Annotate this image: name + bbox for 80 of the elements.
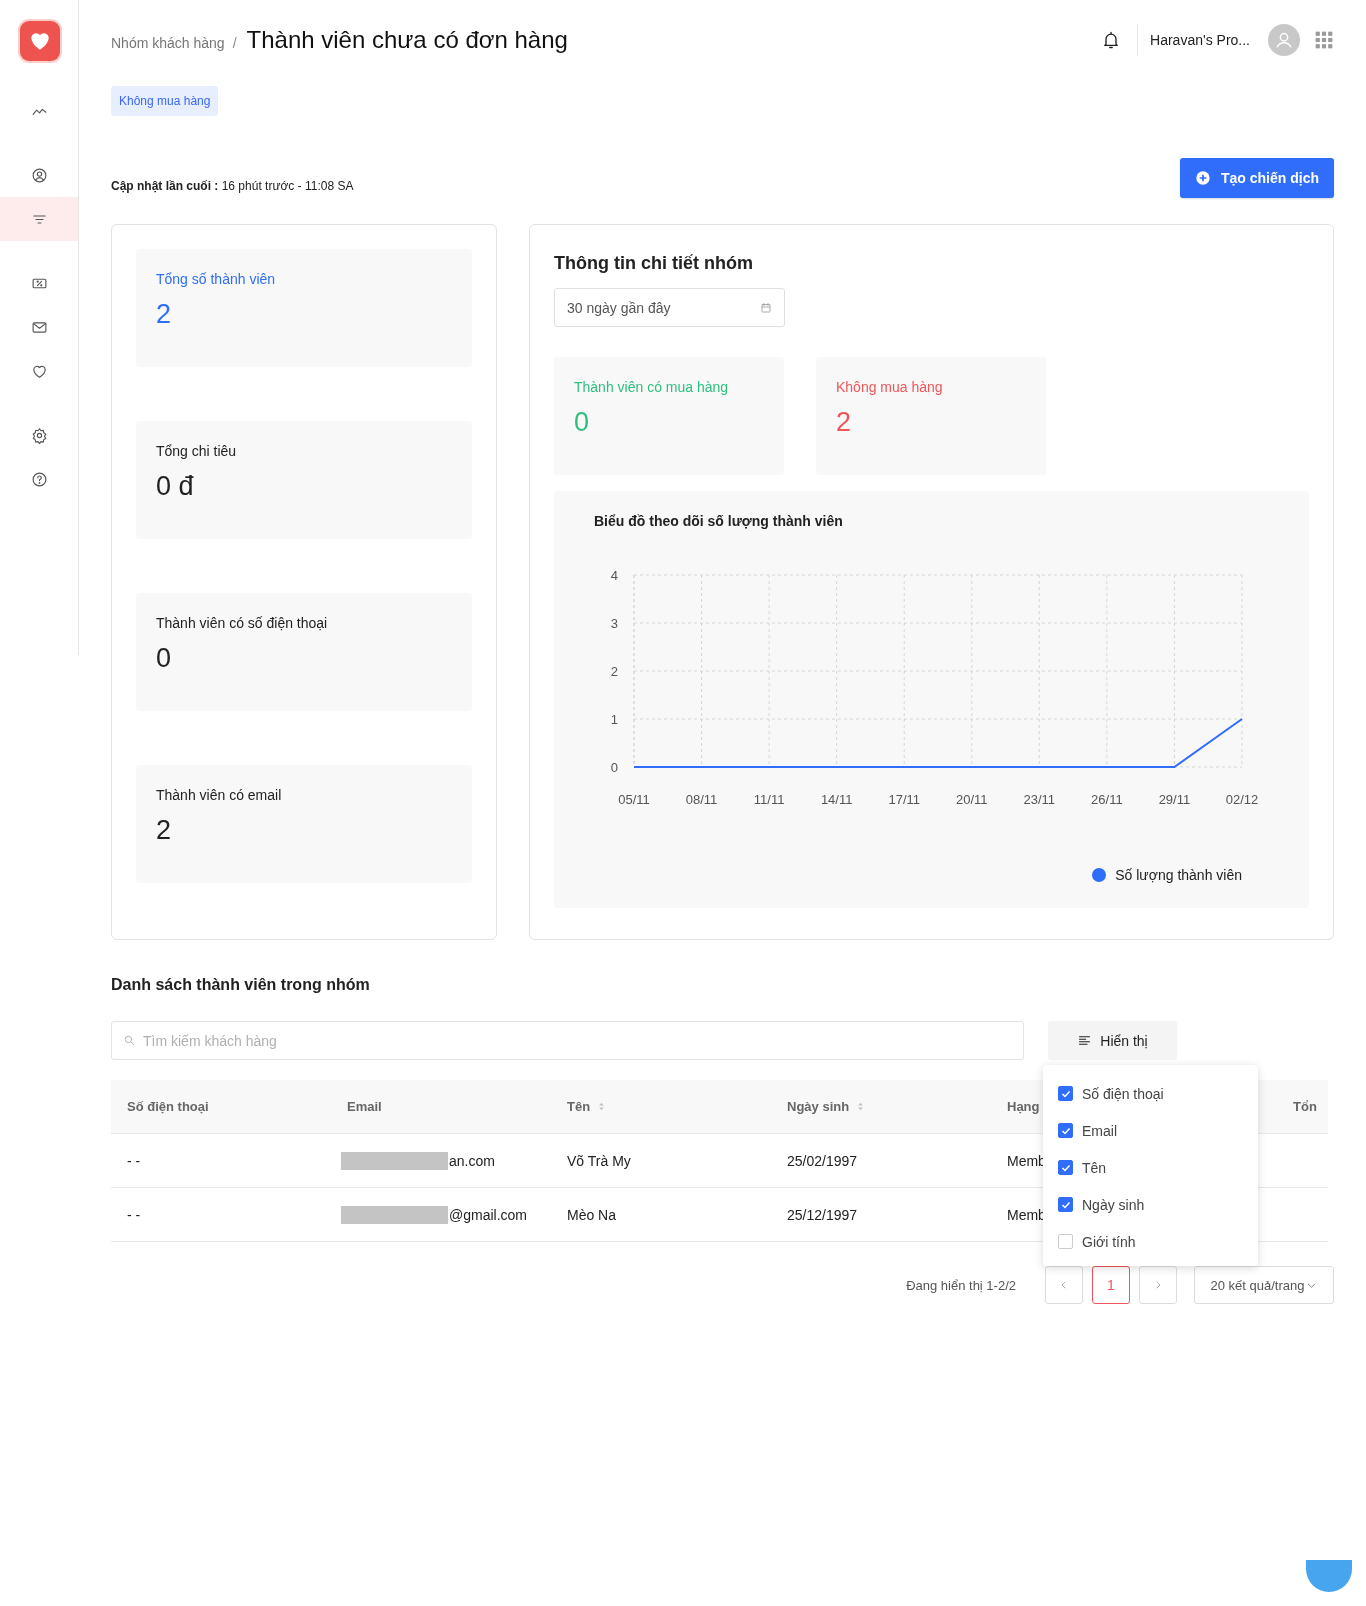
checkbox[interactable] [1058,1234,1073,1249]
axis-label: 29/11 [1158,792,1191,807]
stat-label: Tổng chi tiêu [156,443,238,459]
settings-icon [30,426,48,444]
chat-bubble-icon[interactable] [1306,1560,1352,1592]
menu-item[interactable]: Giới tính [1043,1223,1258,1260]
pagination-summary: Đang hiển thị 1-2/2 [906,1277,1016,1293]
help-icon [30,470,48,488]
axis-label: 05/11 [618,792,650,807]
section-title: Thông tin chi tiết nhóm [554,253,754,274]
stat-label: Thành viên có mua hàng [574,379,730,395]
calendar-icon [760,301,772,314]
axis-label: 11/11 [753,792,785,807]
axis-label: 20/11 [956,792,988,807]
column-header: Email [347,1099,382,1114]
table-cell: @gmail.com [449,1206,527,1223]
checkbox[interactable] [1058,1197,1073,1212]
axis-label: 4 [610,568,618,583]
create-campaign-button[interactable]: Tạo chiến dịch [1180,158,1334,198]
user-circle-icon [30,166,48,184]
next-page-button[interactable] [1139,1266,1177,1304]
menu-item[interactable]: Tên [1043,1149,1258,1186]
checkbox[interactable] [1058,1123,1073,1138]
last-update-text: Cập nhật lần cuối : 16 phút trước - 11:08 SA [111,179,354,194]
table-cell-text: Mèo Na [566,1206,618,1223]
axis-label: 1 [610,712,618,727]
menu-item[interactable]: Ngày sinh [1043,1186,1258,1223]
menu-item[interactable]: Email [1043,1112,1258,1149]
page-size-select[interactable]: 20 kết quả/trang [1194,1266,1334,1304]
stat-value: 0 đ [156,471,195,502]
search-icon [123,1034,136,1047]
legend-label: Số lượng thành viên [1115,867,1242,883]
page-title: Thành viên chưa có đơn hàng [246,26,568,54]
stat-value: 0 [574,407,591,438]
lines-icon [1077,1033,1093,1048]
apps-grid-icon[interactable] [1314,30,1334,50]
table-cell-text: - - [126,1152,142,1169]
table-cell-text: 25/02/1997 [786,1152,859,1169]
axis-label: 3 [610,616,618,631]
search-field[interactable]: Tìm kiếm khách hàng [111,1021,1024,1060]
axis-label: 08/11 [685,792,718,807]
axis-label: 26/11 [1091,792,1123,807]
axis-label: 23/11 [1023,792,1056,807]
group-tag: Không mua hàng [111,86,219,116]
checkbox[interactable] [1058,1086,1073,1101]
axis-label: 02/12 [1225,792,1259,807]
axis-label: 17/11 [888,792,920,807]
display-columns-button[interactable]: Hiển thị [1048,1021,1177,1060]
breadcrumb-separator: / [232,35,237,51]
menu-item[interactable]: Số điện thoại [1043,1075,1258,1112]
stat-value: 2 [836,407,853,438]
axis-label: 0 [610,760,618,775]
table-cell-text: 25/12/1997 [786,1206,859,1223]
stat-label: Thành viên có email [156,787,283,803]
column-header: Số điện thoại [127,1099,209,1114]
section-title: Danh sách thành viên trong nhóm [111,976,371,994]
avatar[interactable] [1268,24,1300,56]
app-logo[interactable] [20,21,60,61]
axis-label: 14/11 [820,792,853,807]
column-header[interactable]: Ngày sinh [787,1099,850,1114]
stat-value: 0 [156,643,173,674]
column-header[interactable]: Tên [567,1099,591,1114]
table-cell-text: Võ Trà My [566,1152,632,1169]
stat-value: 2 [156,815,173,846]
stat-value: 2 [156,299,173,330]
table-cell-text: - - [126,1206,142,1223]
plus-circle-icon [1195,170,1211,186]
date-range-picker[interactable]: 30 ngày gần đây [554,288,785,327]
checkbox[interactable] [1058,1160,1073,1175]
account-name[interactable]: Haravan's Pro... [1150,32,1250,48]
axis-label: 2 [610,664,618,679]
stat-label: Thành viên có số điện thoại [156,615,329,631]
previous-page-button[interactable] [1045,1266,1083,1304]
table-cell: an.com [449,1152,495,1169]
stat-label: Không mua hàng [836,379,944,395]
stat-label: Tổng số thành viên [156,271,277,287]
column-header: Hạng [1007,1099,1040,1114]
column-header: Tổn [1293,1099,1317,1114]
chart-title: Biểu đồ theo dõi số lượng thành viên [594,513,844,529]
breadcrumb-link[interactable]: Nhóm khách hàng [111,35,225,51]
